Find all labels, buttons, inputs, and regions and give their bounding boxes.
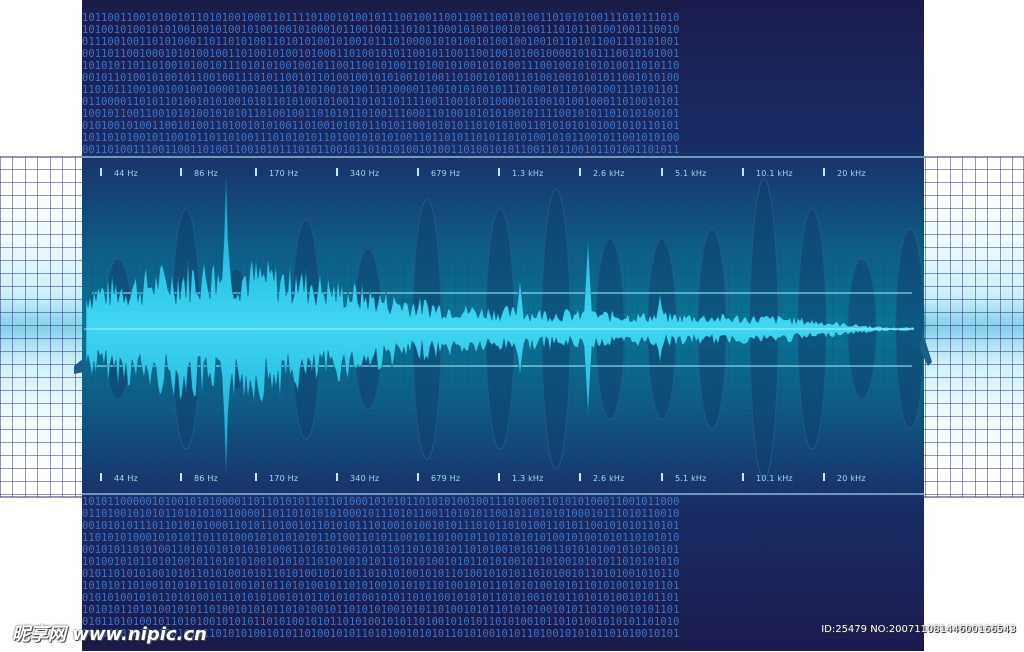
frequency-bottom-tick — [417, 473, 419, 481]
frequency-bottom-label: 86 Hz — [194, 474, 218, 483]
frequency-bottom-label: 1.3 kHz — [512, 474, 544, 483]
frequency-top-tick — [661, 168, 663, 176]
binary-row: 1011010100101100101101101001110101010110… — [82, 132, 680, 144]
frequency-bottom-tick — [579, 473, 581, 481]
binary-row: 0010101011101101010100011010110100101101… — [82, 520, 680, 532]
frequency-top-tick — [255, 168, 257, 176]
binary-row: 0110000110101101001010100101011010100101… — [82, 96, 680, 108]
frequency-top-tick — [417, 168, 419, 176]
binary-row: 1010010100101010010010100101001001010001… — [82, 24, 680, 36]
frequency-top-tick — [742, 168, 744, 176]
binary-row: 1010101101101001010010111010101001001011… — [82, 60, 680, 72]
frequency-bottom-label: 5.1 kHz — [675, 474, 707, 483]
frequency-bottom-tick — [180, 473, 182, 481]
frequency-top-label: 340 Hz — [350, 169, 380, 178]
frequency-top-label: 44 Hz — [114, 169, 138, 178]
right-side-grid — [921, 156, 1024, 498]
watermark-image-id: ID:25479 NO:20071108144600166543 — [821, 624, 1016, 635]
binary-row: 0101011010100101010110101001010110101001… — [82, 640, 680, 652]
binary-row: 0110100101010110101010110000110110101010… — [82, 508, 680, 520]
binary-row: 0010101101010011010101010101010001101010… — [82, 544, 680, 556]
binary-row: 1010110000010100101010000110110101011011… — [82, 496, 680, 508]
frequency-top-label: 679 Hz — [431, 169, 461, 178]
watermark-site-logo: 昵享网 www.nipic.cn — [12, 624, 207, 645]
frequency-bottom-tick — [498, 473, 500, 481]
binary-row: 1010010101101010010110101010010101011010… — [82, 556, 680, 568]
binary-row: 1010101101010010101101001010101101010010… — [82, 604, 680, 616]
frequency-top-label: 86 Hz — [194, 169, 218, 178]
binary-row: 0111001001101010001101101010011010101001… — [82, 36, 680, 48]
binary-row: 0101101010100101011010100101011010100101… — [82, 568, 680, 580]
frequency-top-tick — [498, 168, 500, 176]
binary-row: 0101001010011001010011010010101001101001… — [82, 120, 680, 132]
binary-row: 1101011100100100100100001001001101010100… — [82, 84, 680, 96]
frequency-bottom-tick — [255, 473, 257, 481]
frequency-bottom-label: 2.6 kHz — [593, 474, 625, 483]
frequency-top-tick — [823, 168, 825, 176]
frequency-bottom-label: 679 Hz — [431, 474, 461, 483]
frequency-top-label: 5.1 kHz — [675, 169, 707, 178]
binary-row: 0101010010101101010010110101010010101101… — [82, 592, 680, 604]
binary-row: 0011010011100110011010011001010111010110… — [82, 144, 680, 156]
binary-row: 1101010100010101011011010001010101010110… — [82, 532, 680, 544]
frequency-bottom-tick — [100, 473, 102, 481]
frequency-top-label: 2.6 kHz — [593, 169, 625, 178]
frequency-bottom-label: 340 Hz — [350, 474, 380, 483]
frequency-top-tick — [336, 168, 338, 176]
frequency-bottom-label: 10.1 kHz — [756, 474, 793, 483]
frequency-top-tick — [180, 168, 182, 176]
frequency-bottom-label: 170 Hz — [269, 474, 299, 483]
frequency-bottom-tick — [336, 473, 338, 481]
frequency-top-label: 170 Hz — [269, 169, 299, 178]
binary-row: 0010110100101001011001001110101100101101… — [82, 72, 680, 84]
binary-row: 1010010101101001010110101010010101101001… — [82, 628, 680, 640]
binary-row: 0011011001000101010010011010010100101000… — [82, 48, 680, 60]
binary-row: 1010101101001010101101010010101101010010… — [82, 580, 680, 592]
frequency-top-label: 1.3 kHz — [512, 169, 544, 178]
frequency-bottom-label: 44 Hz — [114, 474, 138, 483]
binary-row: 1011001100101001011010100100011011110100… — [82, 12, 680, 24]
left-side-grid — [0, 156, 85, 498]
frequency-top-label: 10.1 kHz — [756, 169, 793, 178]
frequency-top-tick — [100, 168, 102, 176]
frequency-top-label: 20 kHz — [837, 169, 866, 178]
binary-row: 0101101010010110101001010101101010010101… — [82, 616, 680, 628]
frequency-bottom-label: 20 kHz — [837, 474, 866, 483]
frequency-bottom-tick — [742, 473, 744, 481]
frequency-bottom-tick — [661, 473, 663, 481]
binary-row: 0101011110100101011110010101101011011001… — [82, 0, 680, 12]
binary-row: 1001011001100101010010101011010010011010… — [82, 108, 680, 120]
frequency-top-tick — [579, 168, 581, 176]
frequency-bottom-tick — [823, 473, 825, 481]
